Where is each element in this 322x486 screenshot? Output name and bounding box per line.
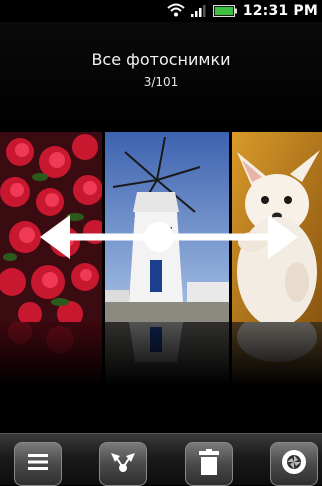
status-time: 12:31 PM [242,3,318,19]
battery-icon [212,2,237,21]
wifi-icon [167,2,185,21]
bottom-toolbar [0,433,322,486]
signal-icon [190,2,207,21]
camera-icon [281,449,307,479]
menu-icon [27,453,49,475]
trash-icon [199,449,219,479]
swipe-gesture-hint [40,209,298,265]
album-title: Все фотоснимки [91,50,231,69]
status-bar: 12:31 PM [0,0,322,22]
menu-button[interactable] [14,442,62,486]
photo-counter: 3/101 [143,75,179,89]
share-icon [110,451,136,477]
camera-button[interactable] [270,442,318,486]
delete-button[interactable] [185,442,233,486]
photo-reflection [0,322,322,390]
share-button[interactable] [99,442,147,486]
album-header: Все фотоснимки 3/101 [0,22,322,132]
